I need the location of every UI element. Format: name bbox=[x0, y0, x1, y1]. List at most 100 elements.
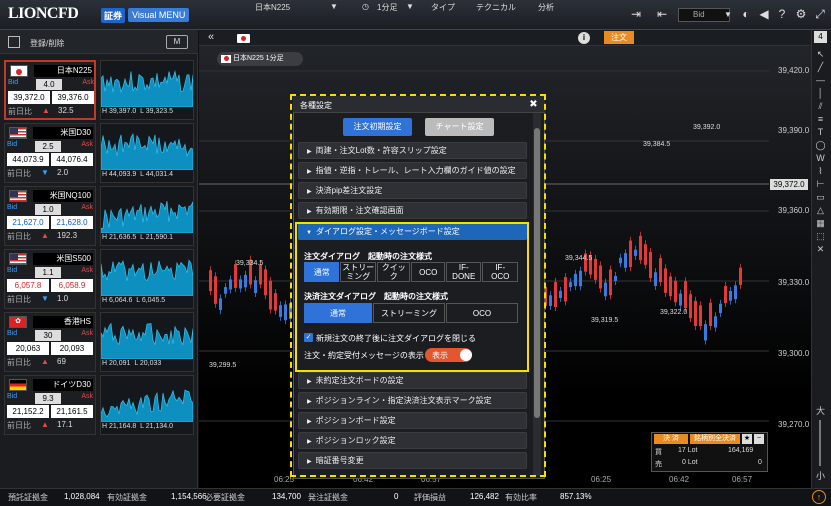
watchlist-tile[interactable]: 日本N225 Bid 4.0 Ask 39,372.0 39,376.0 前日比 ▲ 32.5 H… bbox=[4, 60, 194, 120]
change-value: 69 bbox=[57, 357, 66, 366]
watchlist-tile[interactable]: 米国D30 Bid 2.5 Ask 44,073.9 44,076.4 前日比 ▼ 2.0 H 4… bbox=[4, 123, 194, 183]
arrow-down-icon: ▼ bbox=[41, 294, 49, 303]
bid-label: Bid bbox=[7, 204, 18, 211]
order-tab[interactable]: 注文 bbox=[604, 31, 634, 44]
change-value: 192.3 bbox=[57, 231, 78, 240]
prev-day-label: 前日比 bbox=[7, 421, 31, 430]
bid-price-button[interactable]: 39,372.0 bbox=[8, 91, 50, 104]
delete-icon[interactable]: ✕ bbox=[814, 243, 827, 256]
quote-price-row: 6,057.8 6,058.9 bbox=[7, 279, 95, 292]
quote-box[interactable]: 日本N225 Bid 4.0 Ask 39,372.0 39,376.0 前日比 ▲ 32.5 bbox=[4, 60, 96, 120]
line-icon[interactable]: ╱ bbox=[814, 61, 827, 74]
arrow-up-icon: ▲ bbox=[41, 420, 49, 429]
interval-select[interactable]: 1分足 bbox=[377, 2, 397, 13]
quote-box[interactable]: 米国D30 Bid 2.5 Ask 44,073.9 44,076.4 前日比 ▼ 2.0 bbox=[4, 123, 96, 183]
quote-box[interactable]: 米国NQ100 Bid 1.0 Ask 21,627.0 21,628.0 前日比 ▲ 192.… bbox=[4, 186, 96, 246]
visual-menu-button[interactable]: Visual MENU bbox=[128, 8, 190, 22]
spread-value: 1.0 bbox=[35, 204, 61, 215]
type-menu[interactable]: タイプ bbox=[431, 2, 455, 13]
watchlist-tile[interactable]: ✿ 香港HS Bid 30 Ask 20,063 20,093 前日比 ▲ 69 H 20,091 … bbox=[4, 312, 194, 372]
watchlist-title[interactable]: 登録/削除 bbox=[30, 38, 64, 49]
ask-price-button[interactable]: 20,093 bbox=[51, 342, 93, 355]
minimize-icon[interactable]: − bbox=[754, 434, 764, 444]
quote-box[interactable]: 米国S500 Bid 1.1 Ask 6,057.8 6,058.9 前日比 ▼ 1.0 bbox=[4, 249, 96, 309]
zoom-small-icon[interactable]: 小 bbox=[814, 470, 827, 483]
settle-all-button[interactable]: 銘柄別全決済 bbox=[690, 434, 740, 444]
account-metric-label: 有効証拠金 bbox=[107, 493, 147, 502]
cycle-icon[interactable]: ◯ bbox=[814, 139, 827, 152]
ask-price-button[interactable]: 21,628.0 bbox=[51, 216, 93, 229]
change-row: 前日比 ▲ 17.1 bbox=[7, 420, 95, 432]
ask-price-button[interactable]: 6,058.9 bbox=[51, 279, 93, 292]
m-button[interactable]: M bbox=[166, 35, 188, 49]
prev-day-label: 前日比 bbox=[7, 169, 31, 178]
watchlist-tile[interactable]: 米国S500 Bid 1.1 Ask 6,057.8 6,058.9 前日比 ▼ 1.0 H 6,… bbox=[4, 249, 194, 309]
login-icon[interactable]: ⇤ bbox=[654, 8, 670, 21]
rect-icon[interactable]: ▭ bbox=[814, 191, 827, 204]
app-logo: LIONCFD bbox=[8, 5, 79, 22]
pointer-icon[interactable]: ↖ bbox=[814, 48, 827, 61]
chart-annotation: 39,334.5 bbox=[236, 260, 264, 267]
sell-label: 売 bbox=[655, 461, 662, 468]
account-metric-label: 預託証拠金 bbox=[8, 493, 48, 502]
chevron-down-icon[interactable]: ▼ bbox=[720, 8, 736, 21]
vline-icon[interactable]: │ bbox=[814, 87, 827, 100]
zigzag-icon[interactable]: ⌇ bbox=[814, 165, 827, 178]
megaphone-icon[interactable]: ◀ bbox=[756, 8, 772, 21]
display-icon[interactable]: ◐ bbox=[738, 8, 754, 21]
chevron-down-icon[interactable]: ▼ bbox=[330, 2, 338, 11]
zoom-slider[interactable] bbox=[819, 420, 821, 466]
account-metric-value: 1,028,084 bbox=[64, 492, 100, 501]
zoom-large-icon[interactable]: 大 bbox=[814, 405, 827, 418]
quote-box[interactable]: ✿ 香港HS Bid 30 Ask 20,063 20,093 前日比 ▲ 69 bbox=[4, 312, 96, 372]
info-icon[interactable]: i bbox=[578, 32, 590, 44]
star-icon[interactable]: ★ bbox=[742, 434, 752, 444]
layout-count[interactable]: 4 bbox=[814, 31, 827, 43]
logout-icon[interactable]: ⇥ bbox=[628, 8, 644, 21]
ask-price-button[interactable]: 44,076.4 bbox=[51, 153, 93, 166]
chevron-down-icon[interactable]: ▼ bbox=[406, 2, 414, 11]
ask-price-button[interactable]: 39,376.0 bbox=[52, 91, 94, 104]
wave-icon[interactable]: W bbox=[814, 152, 827, 165]
symbol-name: 香港HS bbox=[33, 316, 93, 328]
time-axis-label: 06:25 bbox=[591, 475, 612, 484]
technical-menu[interactable]: テクニカル bbox=[476, 2, 516, 13]
scroll-top-icon[interactable]: ↑ bbox=[812, 490, 826, 504]
expand-icon[interactable]: ⤢ bbox=[812, 8, 828, 21]
fib-icon[interactable]: ≡ bbox=[814, 113, 827, 126]
grid-icon[interactable]: ▦ bbox=[814, 217, 827, 230]
ruler-icon[interactable]: ⊢ bbox=[814, 178, 827, 191]
low-value: L 20,033 bbox=[134, 360, 162, 367]
ask-label: Ask bbox=[82, 79, 94, 86]
de-flag-icon bbox=[9, 379, 27, 391]
bid-price-button[interactable]: 44,073.9 bbox=[7, 153, 49, 166]
watchlist-tile[interactable]: ドイツD30 Bid 9.3 Ask 21,152.2 21,161.5 前日比 ▲ 17.1 H… bbox=[4, 375, 194, 435]
gear-icon[interactable]: ⚙ bbox=[793, 8, 809, 21]
select-icon[interactable]: ⬚ bbox=[814, 230, 827, 243]
price-axis-label: 39,390.0 bbox=[778, 126, 810, 135]
list-icon[interactable] bbox=[8, 36, 20, 48]
settle-button[interactable]: 決 済 bbox=[654, 434, 688, 444]
text-icon[interactable]: T bbox=[814, 126, 827, 139]
bid-price-button[interactable]: 6,057.8 bbox=[7, 279, 49, 292]
mini-chart-area bbox=[100, 201, 194, 234]
symbol-select[interactable]: 日本N225 bbox=[255, 2, 290, 13]
dialog-highlight-border bbox=[290, 94, 546, 477]
bid-price-button[interactable]: 21,627.0 bbox=[7, 216, 49, 229]
hline-icon[interactable]: ― bbox=[814, 74, 827, 87]
ask-price-button[interactable]: 21,161.5 bbox=[51, 405, 93, 418]
watchlist-tile[interactable]: 米国NQ100 Bid 1.0 Ask 21,627.0 21,628.0 前日比 ▲ 192.… bbox=[4, 186, 194, 246]
quote-box[interactable]: ドイツD30 Bid 9.3 Ask 21,152.2 21,161.5 前日比 ▲ 17.1 bbox=[4, 375, 96, 435]
triangle-icon[interactable]: △ bbox=[814, 204, 827, 217]
chart-annotation: 39,319.5 bbox=[591, 317, 619, 324]
collapse-icon[interactable]: « bbox=[208, 31, 214, 43]
channel-icon[interactable]: ⫽ bbox=[814, 100, 827, 113]
bid-price-button[interactable]: 21,152.2 bbox=[7, 405, 49, 418]
change-row: 前日比 ▲ 69 bbox=[7, 357, 95, 369]
chart-annotation: 39,392.0 bbox=[693, 124, 721, 131]
help-icon[interactable]: ? bbox=[774, 8, 790, 21]
bid-price-button[interactable]: 20,063 bbox=[7, 342, 49, 355]
analysis-menu[interactable]: 分析 bbox=[538, 2, 554, 13]
account-metric-value: 857.13% bbox=[560, 492, 592, 501]
clock-icon: ◷ bbox=[362, 2, 369, 11]
